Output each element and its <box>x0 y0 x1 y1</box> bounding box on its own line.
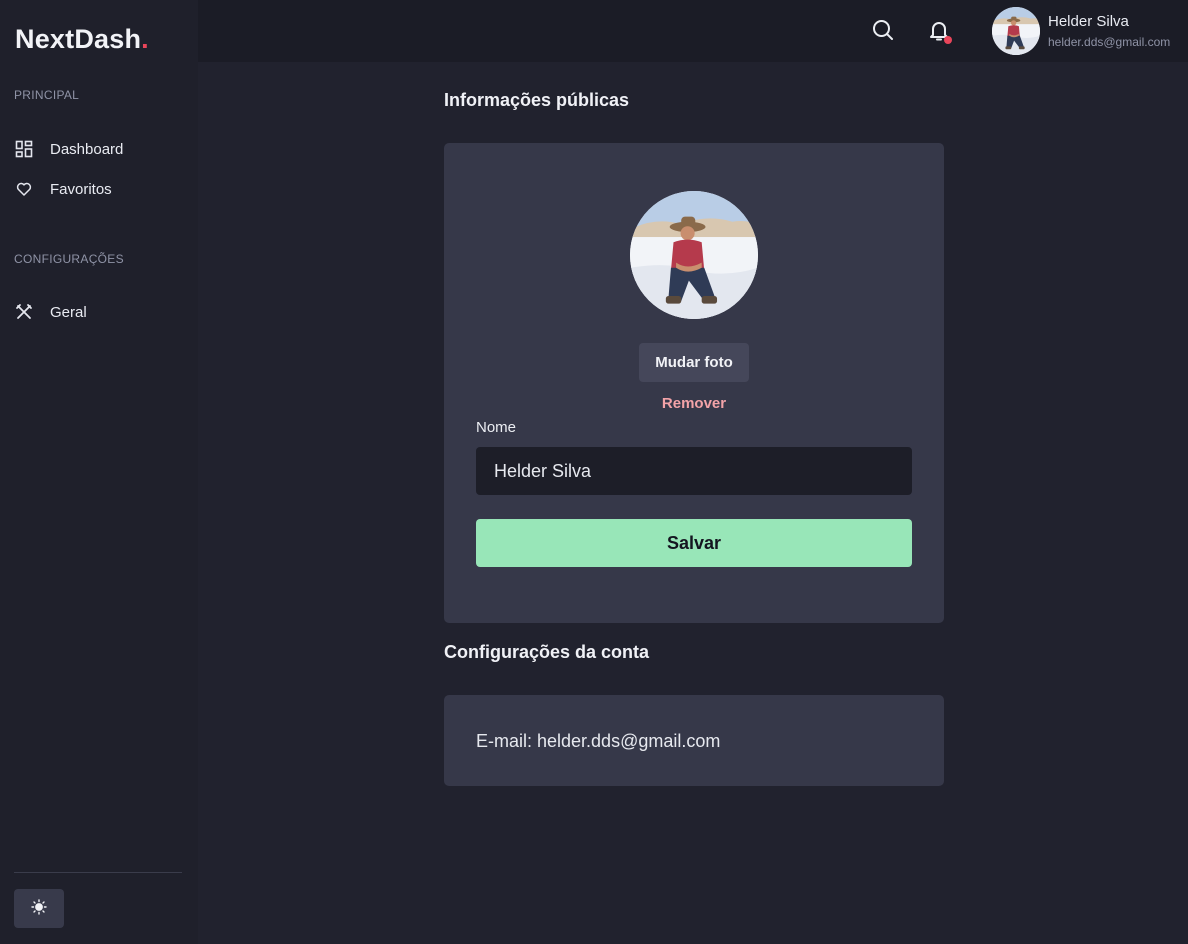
logo-dot: . <box>141 24 149 54</box>
user-email: helder.dds@gmail.com <box>1048 35 1171 49</box>
search-button[interactable] <box>868 16 898 46</box>
search-icon <box>871 18 895 45</box>
heart-icon <box>14 179 34 199</box>
profile-photo <box>630 191 758 319</box>
sidebar-item-label: Geral <box>50 303 87 321</box>
sidebar-item-dashboard[interactable]: Dashboard <box>14 135 184 163</box>
change-photo-button[interactable]: Mudar foto <box>639 343 749 382</box>
notifications-button[interactable] <box>924 16 954 46</box>
sidebar-item-geral[interactable]: Geral <box>14 298 184 326</box>
sidebar-item-label: Dashboard <box>50 140 124 158</box>
theme-toggle-button[interactable] <box>14 889 64 928</box>
logo-text: NextDash <box>15 24 142 54</box>
sidebar: NextDash. PRINCIPAL Dashboard Favoritos <box>0 0 198 944</box>
account-email: E-mail: helder.dds@gmail.com <box>476 731 721 751</box>
account-settings-card: E-mail: helder.dds@gmail.com <box>444 695 944 786</box>
top-header: Helder Silva helder.dds@gmail.com <box>198 0 1188 62</box>
dashboard-grid-icon <box>14 139 34 159</box>
name-field-label: Nome <box>476 419 517 436</box>
tools-icon <box>14 302 34 322</box>
save-button[interactable]: Salvar <box>476 519 912 567</box>
public-info-card: Mudar foto Remover Nome Salvar <box>444 143 944 623</box>
app-root: NextDash. PRINCIPAL Dashboard Favoritos <box>0 0 1188 944</box>
app-logo[interactable]: NextDash. <box>15 24 149 55</box>
sun-icon <box>31 899 47 918</box>
sidebar-item-favoritos[interactable]: Favoritos <box>14 175 184 203</box>
public-info-heading: Informações públicas <box>444 90 630 110</box>
sidebar-item-label: Favoritos <box>50 180 112 198</box>
remove-photo-link[interactable]: Remover <box>444 395 944 412</box>
sidebar-divider <box>14 872 182 873</box>
account-settings-heading: Configurações da conta <box>444 642 650 662</box>
avatar <box>992 7 1040 55</box>
user-menu[interactable]: Helder Silva helder.dds@gmail.com <box>992 7 1170 55</box>
name-input[interactable] <box>476 447 912 495</box>
user-info: Helder Silva helder.dds@gmail.com <box>1048 12 1170 50</box>
sidebar-section-principal: PRINCIPAL <box>14 88 80 102</box>
sidebar-section-configuracoes: CONFIGURAÇÕES <box>14 252 124 266</box>
user-name: Helder Silva <box>1048 13 1129 30</box>
notification-badge <box>944 36 952 44</box>
